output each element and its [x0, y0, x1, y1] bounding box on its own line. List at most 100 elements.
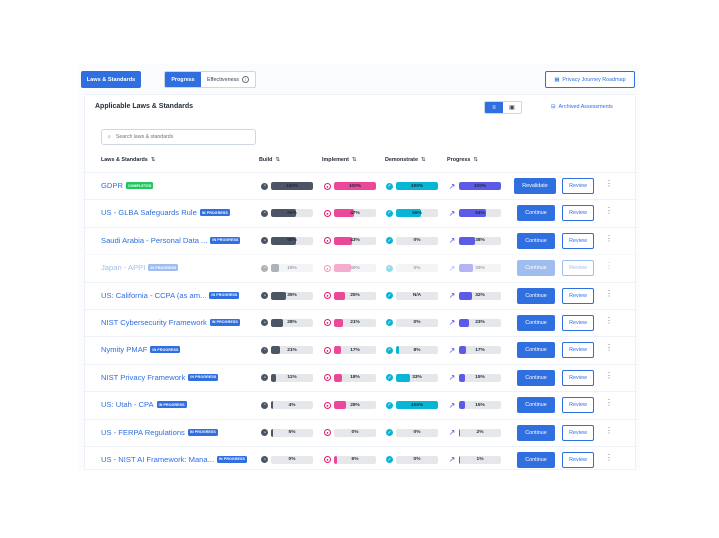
col-build[interactable]: Build ⇅ — [259, 157, 280, 163]
table-row: NIST Cybersecurity Framework IN PROGRESS ◔… — [85, 308, 637, 336]
law-link[interactable]: US: Utah - CPA IN PROGRESS — [101, 400, 251, 409]
law-link[interactable]: Japan - APPI IN PROGRESS — [101, 263, 251, 272]
build-metric: ◔ 35% — [261, 291, 313, 300]
demonstrate-icon: ✓ — [386, 429, 393, 437]
tab-effectiveness[interactable]: Effectiveness i — [201, 72, 255, 87]
progress-value: 1% — [476, 457, 484, 463]
col-implement[interactable]: Implement ⇅ — [322, 157, 357, 163]
law-link[interactable]: GDPR COMPLETED — [101, 181, 251, 190]
progress-icon: ↗ — [448, 318, 456, 328]
col-implement-label: Implement — [322, 157, 349, 163]
law-link[interactable]: US: California - CCPA (as am... IN PROGRE… — [101, 291, 251, 300]
card-view-icon[interactable]: ▣ — [503, 102, 521, 113]
build-value: 0% — [288, 457, 296, 463]
build-bar: 100% — [271, 182, 313, 190]
law-link[interactable]: Nymity PMAF IN PROGRESS — [101, 345, 251, 354]
more-options-icon[interactable]: ⋮ — [605, 398, 613, 407]
build-value: 4% — [288, 402, 296, 408]
review-button[interactable]: Review — [562, 342, 594, 359]
col-demonstrate[interactable]: Demonstrate ⇅ — [385, 157, 426, 163]
review-button[interactable]: Review — [562, 178, 594, 194]
review-button[interactable]: Review — [562, 424, 594, 441]
implement-bar: 18% — [334, 373, 376, 382]
progress-bar: 38% — [459, 236, 501, 245]
privacy-roadmap-button[interactable]: ▦ Privacy Journey Roadmap — [545, 71, 635, 88]
build-value: 35% — [287, 293, 297, 299]
info-icon[interactable]: i — [241, 76, 249, 83]
demonstrate-icon: ✓ — [386, 346, 393, 354]
more-options-icon[interactable]: ⋮ — [605, 234, 613, 243]
archived-assessments-link[interactable]: ⊟ Archived Assessments — [551, 104, 613, 110]
review-button[interactable]: Review — [562, 260, 594, 277]
tab-progress[interactable]: Progress — [165, 72, 201, 87]
more-options-icon[interactable]: ⋮ — [605, 343, 613, 352]
card-title: Applicable Laws & Standards — [95, 103, 194, 110]
more-options-icon[interactable]: ⋮ — [605, 426, 613, 435]
build-bar: 28% — [271, 318, 313, 327]
continue-button[interactable]: Continue — [517, 342, 555, 359]
law-link[interactable]: US - GLBA Safeguards Rule IN PROGRESS — [101, 208, 251, 217]
progress-metric: ↗ 17% — [448, 346, 501, 355]
demonstrate-value: 8% — [413, 347, 421, 353]
review-button[interactable]: Review — [562, 369, 594, 386]
laws-standards-button[interactable]: Laws & Standards — [81, 71, 141, 88]
search-input[interactable]: ⌕ Search laws & standards — [101, 129, 256, 145]
progress-metric: ↗ 23% — [448, 318, 501, 328]
table-row: US - GLBA Safeguards Rule IN PROGRESS ◔ 60%… — [85, 199, 637, 226]
continue-button[interactable]: Continue — [517, 205, 555, 222]
law-link[interactable]: NIST Cybersecurity Framework IN PROGRESS — [101, 318, 251, 327]
implement-bar: 25% — [334, 291, 376, 300]
law-link[interactable]: Saudi Arabia - Personal Data ... IN PROGR… — [101, 236, 251, 245]
build-icon: ◔ — [261, 401, 268, 409]
implement-metric: ● 47% — [324, 209, 376, 218]
build-bar: 19% — [271, 264, 313, 273]
continue-button[interactable]: Continue — [517, 260, 555, 277]
more-options-icon[interactable]: ⋮ — [605, 371, 613, 380]
demonstrate-value: 100% — [410, 183, 424, 189]
implement-value: 43% — [350, 238, 360, 244]
col-law[interactable]: Laws & Standards ⇅ — [101, 157, 155, 163]
law-link[interactable]: US - NIST AI Framework: Mana... IN PROGRE… — [101, 455, 251, 464]
demonstrate-icon: ✓ — [386, 374, 393, 382]
review-button[interactable]: Review — [562, 287, 594, 304]
demonstrate-metric: ✓ 100% — [386, 182, 438, 190]
demonstrate-icon: ✓ — [386, 319, 393, 327]
law-link[interactable]: NIST Privacy Framework IN PROGRESS — [101, 373, 251, 382]
revalidate-button[interactable]: Revalidate — [514, 178, 556, 194]
demonstrate-metric: ✓ 0% — [386, 318, 438, 327]
progress-icon: ↗ — [448, 373, 456, 383]
more-options-icon[interactable]: ⋮ — [605, 206, 613, 215]
more-options-icon[interactable]: ⋮ — [605, 316, 613, 325]
build-value: 19% — [287, 265, 297, 271]
review-button[interactable]: Review — [562, 451, 594, 468]
progress-icon: ↗ — [448, 400, 456, 410]
review-button[interactable]: Review — [562, 205, 594, 222]
build-icon: ◔ — [261, 209, 268, 217]
continue-button[interactable]: Continue — [517, 369, 555, 386]
demonstrate-value: 33% — [412, 375, 422, 381]
implement-bar: 21% — [334, 318, 376, 327]
table-row: Japan - APPI IN PROGRESS ◔ 19% ● 40% ✓ 0% ↗ 33% Co… — [85, 254, 637, 281]
continue-button[interactable]: Continue — [517, 314, 555, 331]
continue-button[interactable]: Continue — [517, 232, 555, 249]
review-button[interactable]: Review — [562, 232, 594, 249]
more-options-icon[interactable]: ⋮ — [605, 261, 613, 270]
col-progress[interactable]: Progress ⇅ — [447, 157, 478, 163]
continue-button[interactable]: Continue — [517, 424, 555, 441]
list-view-icon[interactable]: ≡ — [485, 102, 503, 113]
progress-value: 15% — [475, 402, 485, 408]
more-options-icon[interactable]: ⋮ — [605, 453, 613, 462]
law-link[interactable]: US - FERPA Regulations IN PROGRESS — [101, 428, 251, 437]
progress-value: 38% — [475, 238, 485, 244]
demonstrate-value: 0% — [413, 457, 421, 463]
implement-value: 25% — [350, 293, 360, 299]
review-button[interactable]: Review — [562, 397, 594, 414]
continue-button[interactable]: Continue — [517, 397, 555, 414]
more-options-icon[interactable]: ⋮ — [605, 179, 613, 188]
review-button[interactable]: Review — [562, 314, 594, 331]
implement-value: 6% — [351, 457, 359, 463]
continue-button[interactable]: Continue — [517, 287, 555, 304]
continue-button[interactable]: Continue — [517, 451, 555, 468]
more-options-icon[interactable]: ⋮ — [605, 289, 613, 298]
build-bar: 60% — [271, 209, 313, 218]
